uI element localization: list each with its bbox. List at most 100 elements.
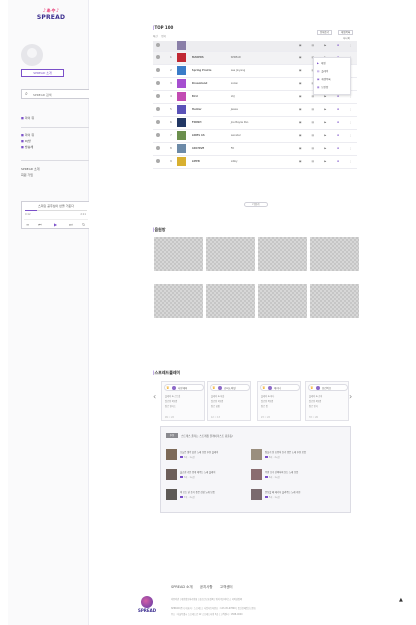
- sort-label[interactable]: 하나의: [343, 36, 350, 40]
- menu-item-play[interactable]: ▶ 재생: [317, 61, 326, 65]
- lyrics-icon[interactable]: ▣: [293, 103, 307, 117]
- check-cell[interactable]: [153, 103, 165, 117]
- artist-name[interactable]: SPREAD: [230, 51, 294, 65]
- carousel-prev-icon[interactable]: ‹: [153, 393, 156, 401]
- footer-link-about[interactable]: SPREAD 소개: [171, 585, 193, 589]
- song-title[interactable]: Spring Prairie: [191, 64, 231, 78]
- header-action-cell[interactable]: ⋮: [344, 41, 357, 52]
- menu-item-queue[interactable]: ▣ 재생목록: [317, 77, 331, 81]
- lyrics-icon[interactable]: ▣: [293, 155, 307, 169]
- table-row[interactable]: 9 LIEEB Libby ▣ ▤ ▶ ✚ ⋮: [153, 155, 357, 169]
- song-title[interactable]: ARCHIVE: [191, 142, 231, 156]
- sidebar-link-my[interactable]: ■마이 뮤: [21, 116, 34, 120]
- playlist-item[interactable]: 주말 오후 산책하며 듣는 노래 모음 6곡 · 1시간: [251, 469, 331, 481]
- table-row[interactable]: 8 ARCHIVE FD ▣ ▤ ▶ ✚ ⋮: [153, 142, 357, 156]
- more-icon[interactable]: ⋮: [344, 129, 357, 143]
- table-row[interactable]: 5 Hunter Jessie ▣ ▤ ▶ ✚ ⋮: [153, 103, 357, 117]
- row-checkbox[interactable]: [156, 120, 160, 124]
- lyrics-icon[interactable]: ▣: [293, 77, 307, 91]
- check-cell[interactable]: [153, 129, 165, 143]
- album-thumbnail[interactable]: [177, 79, 187, 88]
- plus-icon[interactable]: ✚: [331, 155, 345, 169]
- playlist-item[interactable]: 잠들기 전 조용히 듣기 좋은 노래 추천 모음 8곡 · 2시간: [251, 449, 331, 461]
- repeat-icon[interactable]: ↻: [82, 222, 85, 227]
- artist-name[interactable]: Libby: [230, 155, 294, 169]
- check-cell[interactable]: [153, 142, 165, 156]
- check-cell[interactable]: [153, 51, 165, 65]
- more-icon[interactable]: ⋮: [344, 116, 357, 130]
- more-icon[interactable]: ⋮: [344, 103, 357, 117]
- tab-latest[interactable]: 최신: [153, 35, 158, 38]
- artist-name[interactable]: Lee Jinyang: [230, 64, 294, 78]
- check-cell[interactable]: [153, 90, 165, 104]
- plus-icon[interactable]: ✚: [331, 116, 345, 130]
- header-action-cell[interactable]: ▣: [293, 41, 307, 52]
- add-playlist-button[interactable]: 재생목록: [338, 30, 354, 35]
- add-icon[interactable]: ▤: [306, 142, 320, 156]
- add-icon[interactable]: ▤: [306, 129, 320, 143]
- grid-item[interactable]: [154, 237, 203, 271]
- more-button[interactable]: 더보기: [244, 202, 268, 207]
- prev-icon[interactable]: ⏮: [38, 222, 42, 227]
- artist-name[interactable]: Lozan: [230, 77, 294, 91]
- playlist-item[interactable]: 오늘은 생각 끝인 노래 모음 추천 플레이 3곡 · 1시간: [166, 449, 246, 461]
- scroll-top-icon[interactable]: ▲: [399, 598, 403, 603]
- header-action-cell[interactable]: ▶: [319, 41, 332, 52]
- playlist-icon[interactable]: ≡: [26, 222, 29, 227]
- player-progress-bar[interactable]: [25, 210, 87, 211]
- artist-name[interactable]: Jessie: [230, 103, 294, 117]
- table-row[interactable]: 7 LINES AS Leinster ▣ ▤ ▶ ✚ ⋮: [153, 129, 357, 143]
- artist-name[interactable]: Joe Baylie Pan: [230, 116, 294, 130]
- sidebar-link-signup[interactable]: 회원 가입: [21, 173, 33, 177]
- album-thumbnail[interactable]: [177, 66, 187, 75]
- album-thumbnail[interactable]: [177, 53, 187, 62]
- lyrics-icon[interactable]: ▣: [293, 64, 307, 78]
- dj-card[interactable]: ♛ 예지니 플레이 ✿ 미나 팔로워 3천명 장르 팝 23 ♡ 22: [257, 381, 301, 421]
- playlist-item[interactable]: 출근길 기분 좋게 해주는 노래 플레이 3곡 · 1시간: [166, 469, 246, 481]
- song-title[interactable]: LINES AS: [191, 129, 231, 143]
- intro-button[interactable]: SPREAD 소개: [21, 69, 64, 77]
- header-action-cell[interactable]: ✚: [331, 41, 345, 52]
- row-checkbox[interactable]: [156, 107, 160, 111]
- lyrics-icon[interactable]: ▣: [293, 142, 307, 156]
- lyrics-icon[interactable]: ▣: [293, 51, 307, 65]
- dj-card[interactable]: ♛ 나랑재미 플레이 ✿ 스트릿 팔로워 2천명 장르 발라드 99 ♡ 22: [161, 381, 205, 421]
- avatar[interactable]: [21, 44, 43, 66]
- song-title[interactable]: FINISH: [191, 116, 231, 130]
- check-cell[interactable]: [153, 64, 165, 78]
- search-icon[interactable]: ⌕: [25, 92, 28, 97]
- lyrics-icon[interactable]: ▣: [293, 129, 307, 143]
- row-checkbox[interactable]: [156, 68, 160, 72]
- album-thumbnail[interactable]: [177, 92, 187, 101]
- grid-item[interactable]: [258, 284, 307, 318]
- menu-item-save[interactable]: ▦ 보관함: [317, 85, 328, 89]
- grid-item[interactable]: [206, 237, 255, 271]
- grid-item[interactable]: [310, 284, 359, 318]
- play-icon[interactable]: ▶: [319, 116, 332, 130]
- play-icon[interactable]: ▶: [319, 155, 332, 169]
- playlist-item[interactable]: 운동할 때 에너지 올려주는 노래 추천 5곡 · 1시간: [251, 489, 331, 501]
- artist-name[interactable]: LKJ: [230, 90, 294, 104]
- plus-icon[interactable]: ✚: [331, 129, 345, 143]
- header-check-cell[interactable]: [153, 41, 165, 52]
- add-icon[interactable]: ▤: [306, 116, 320, 130]
- grid-item[interactable]: [258, 237, 307, 271]
- sidebar-link-about[interactable]: SPREAD 소개: [21, 167, 40, 171]
- search-input[interactable]: [33, 91, 87, 98]
- add-icon[interactable]: ▤: [306, 103, 320, 117]
- logo[interactable]: ♪ぁゃ♪ SPREAD: [36, 9, 66, 31]
- dj-card[interactable]: ♛ 슈퍼노바잇 플레이 ✿ 하슬 팔로워 1천명 장르 힙합 12 ♡ 13: [207, 381, 251, 421]
- carousel-next-icon[interactable]: ›: [349, 393, 352, 401]
- row-checkbox[interactable]: [156, 81, 160, 85]
- row-checkbox[interactable]: [156, 133, 160, 137]
- row-checkbox[interactable]: [156, 146, 160, 150]
- check-cell[interactable]: [153, 155, 165, 169]
- footer-link-notice[interactable]: 공지사항: [200, 585, 213, 589]
- select-all-checkbox[interactable]: [156, 43, 160, 48]
- play-icon[interactable]: ▶: [54, 222, 57, 227]
- plus-icon[interactable]: ✚: [331, 103, 345, 117]
- song-title[interactable]: Hunter: [191, 103, 231, 117]
- song-title[interactable]: Bird: [191, 90, 231, 104]
- song-title[interactable]: LIEEB: [191, 155, 231, 169]
- playlist-title[interactable]: 스트레스 풀리는 스트레칭 플레이리스트 총출동!: [181, 434, 301, 438]
